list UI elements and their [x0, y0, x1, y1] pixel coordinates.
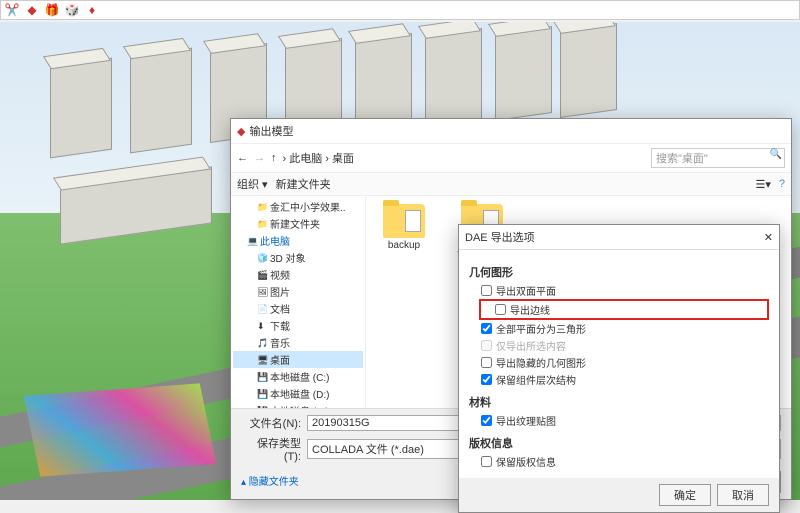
- tree-item[interactable]: 📁金汇中小学效果..: [233, 198, 363, 215]
- view-icon[interactable]: ☰▾: [755, 178, 770, 191]
- tree-item[interactable]: 🎵音乐: [233, 334, 363, 351]
- tree-label: 本地磁盘 (C:): [270, 369, 329, 384]
- checkbox-label: 保留版权信息: [496, 454, 556, 469]
- tree-icon: 💾: [257, 389, 267, 399]
- tree-item[interactable]: ⬇下载: [233, 317, 363, 334]
- up-button[interactable]: ↑: [271, 152, 277, 164]
- tree-icon: 🎬: [257, 270, 267, 280]
- tree-icon: 🧊: [257, 253, 267, 263]
- tree-item[interactable]: 🧊3D 对象: [233, 249, 363, 266]
- ruby-icon[interactable]: ♦: [85, 3, 99, 17]
- checkbox[interactable]: [481, 456, 492, 467]
- folder-icon: [383, 204, 425, 238]
- tree-icon: ⬇: [257, 321, 267, 331]
- diamond-red-icon[interactable]: ◆: [25, 3, 39, 17]
- new-folder-button[interactable]: 新建文件夹: [276, 176, 331, 192]
- folder-tree[interactable]: 📁金汇中小学效果..📁新建文件夹💻此电脑🧊3D 对象🎬视频🖼图片📄文档⬇下载🎵音…: [231, 196, 366, 408]
- tree-icon: 💾: [257, 372, 267, 382]
- gift-icon[interactable]: 🎁: [45, 3, 59, 17]
- dae-export-options-dialog: DAE 导出选项 ✕ 几何图形导出双面平面导出边线全部平面分为三角形仅导出所选内…: [458, 224, 780, 513]
- cancel-button[interactable]: 取消: [717, 484, 769, 506]
- tree-label: 新建文件夹: [270, 216, 320, 231]
- tree-label: 此电脑: [260, 233, 290, 248]
- checkbox-row[interactable]: 导出纹理贴图: [469, 412, 769, 429]
- folder-label: backup: [388, 240, 420, 251]
- checkbox-label: 全部平面分为三角形: [496, 321, 586, 336]
- options-titlebar[interactable]: DAE 导出选项 ✕: [459, 225, 779, 250]
- search-input[interactable]: 搜索"桌面": [651, 148, 785, 168]
- checkbox-label: 仅导出所选内容: [496, 338, 566, 353]
- tree-item[interactable]: 📄文档: [233, 300, 363, 317]
- hide-folders-link[interactable]: ▴ 隐藏文件夹: [241, 473, 299, 488]
- tree-item[interactable]: 📁新建文件夹: [233, 215, 363, 232]
- tree-item[interactable]: 💻此电脑: [233, 232, 363, 249]
- sketchup-icon: ◆: [237, 125, 245, 138]
- checkbox[interactable]: [481, 415, 492, 426]
- filetype-label: 保存类型(T):: [241, 435, 301, 463]
- checkbox[interactable]: [481, 374, 492, 385]
- checkbox[interactable]: [481, 323, 492, 334]
- ok-button[interactable]: 确定: [659, 484, 711, 506]
- checkbox[interactable]: [495, 304, 506, 315]
- tree-label: 视频: [270, 267, 290, 282]
- scissors-icon[interactable]: ✂️: [5, 3, 19, 17]
- dice-icon[interactable]: 🎲: [65, 3, 79, 17]
- options-title: DAE 导出选项: [465, 229, 535, 245]
- tree-icon: 💻: [247, 236, 257, 246]
- checkbox[interactable]: [481, 357, 492, 368]
- checkbox-label: 导出隐藏的几何图形: [496, 355, 586, 370]
- highlighted-option: 导出边线: [479, 299, 769, 320]
- checkbox-row[interactable]: 保留组件层次结构: [469, 371, 769, 388]
- tree-label: 桌面: [270, 352, 290, 367]
- section-title: 几何图形: [469, 264, 769, 280]
- tree-item[interactable]: 🎬视频: [233, 266, 363, 283]
- dialog-title: 输出模型: [249, 123, 293, 139]
- close-icon[interactable]: ✕: [764, 231, 773, 244]
- tree-item[interactable]: 🖥桌面: [233, 351, 363, 368]
- dialog-titlebar[interactable]: ◆ 输出模型: [231, 119, 791, 144]
- tree-label: 文档: [270, 301, 290, 316]
- tree-label: 音乐: [270, 335, 290, 350]
- folder-item[interactable]: backup: [374, 204, 434, 251]
- section-title: 材料: [469, 394, 769, 410]
- tree-icon: 🖥: [257, 355, 267, 365]
- fwd-button[interactable]: →: [254, 152, 265, 164]
- tree-icon: 📁: [257, 219, 267, 229]
- checkbox: [481, 340, 492, 351]
- dialog-nav: ← → ↑ › 此电脑 › 桌面 搜索"桌面": [231, 144, 791, 173]
- checkbox-label: 保留组件层次结构: [496, 372, 576, 387]
- tree-label: 金汇中小学效果..: [270, 199, 346, 214]
- main-toolbar: ✂️ ◆ 🎁 🎲 ♦: [0, 0, 800, 20]
- section-title: 版权信息: [469, 435, 769, 451]
- filename-label: 文件名(N):: [241, 415, 301, 431]
- tree-label: 3D 对象: [270, 250, 306, 265]
- help-icon[interactable]: ?: [779, 178, 785, 190]
- checkbox-row[interactable]: 保留版权信息: [469, 453, 769, 470]
- tree-icon: 📁: [257, 202, 267, 212]
- back-button[interactable]: ←: [237, 152, 248, 164]
- checkbox-row[interactable]: 导出边线: [483, 301, 765, 318]
- tree-icon: 📄: [257, 304, 267, 314]
- decorative-model: [24, 383, 217, 476]
- tree-item[interactable]: 🖼图片: [233, 283, 363, 300]
- checkbox-label: 导出纹理贴图: [496, 413, 556, 428]
- checkbox[interactable]: [481, 285, 492, 296]
- tree-item[interactable]: 💾本地磁盘 (C:): [233, 368, 363, 385]
- tree-label: 本地磁盘 (D:): [270, 386, 329, 401]
- tree-label: 下载: [270, 318, 290, 333]
- checkbox-row[interactable]: 导出隐藏的几何图形: [469, 354, 769, 371]
- organize-menu[interactable]: 组织 ▾: [237, 176, 268, 192]
- tree-icon: 🎵: [257, 338, 267, 348]
- tree-item[interactable]: 💾本地磁盘 (D:): [233, 385, 363, 402]
- checkbox-label: 导出双面平面: [496, 283, 556, 298]
- checkbox-row[interactable]: 导出双面平面: [469, 282, 769, 299]
- breadcrumb[interactable]: › 此电脑 › 桌面: [283, 150, 355, 166]
- checkbox-row[interactable]: 全部平面分为三角形: [469, 320, 769, 337]
- checkbox-row: 仅导出所选内容: [469, 337, 769, 354]
- tree-label: 图片: [270, 284, 290, 299]
- checkbox-label: 导出边线: [510, 302, 550, 317]
- tree-icon: 🖼: [257, 287, 267, 297]
- dialog-toolbar: 组织 ▾ 新建文件夹 ☰▾ ?: [231, 173, 791, 196]
